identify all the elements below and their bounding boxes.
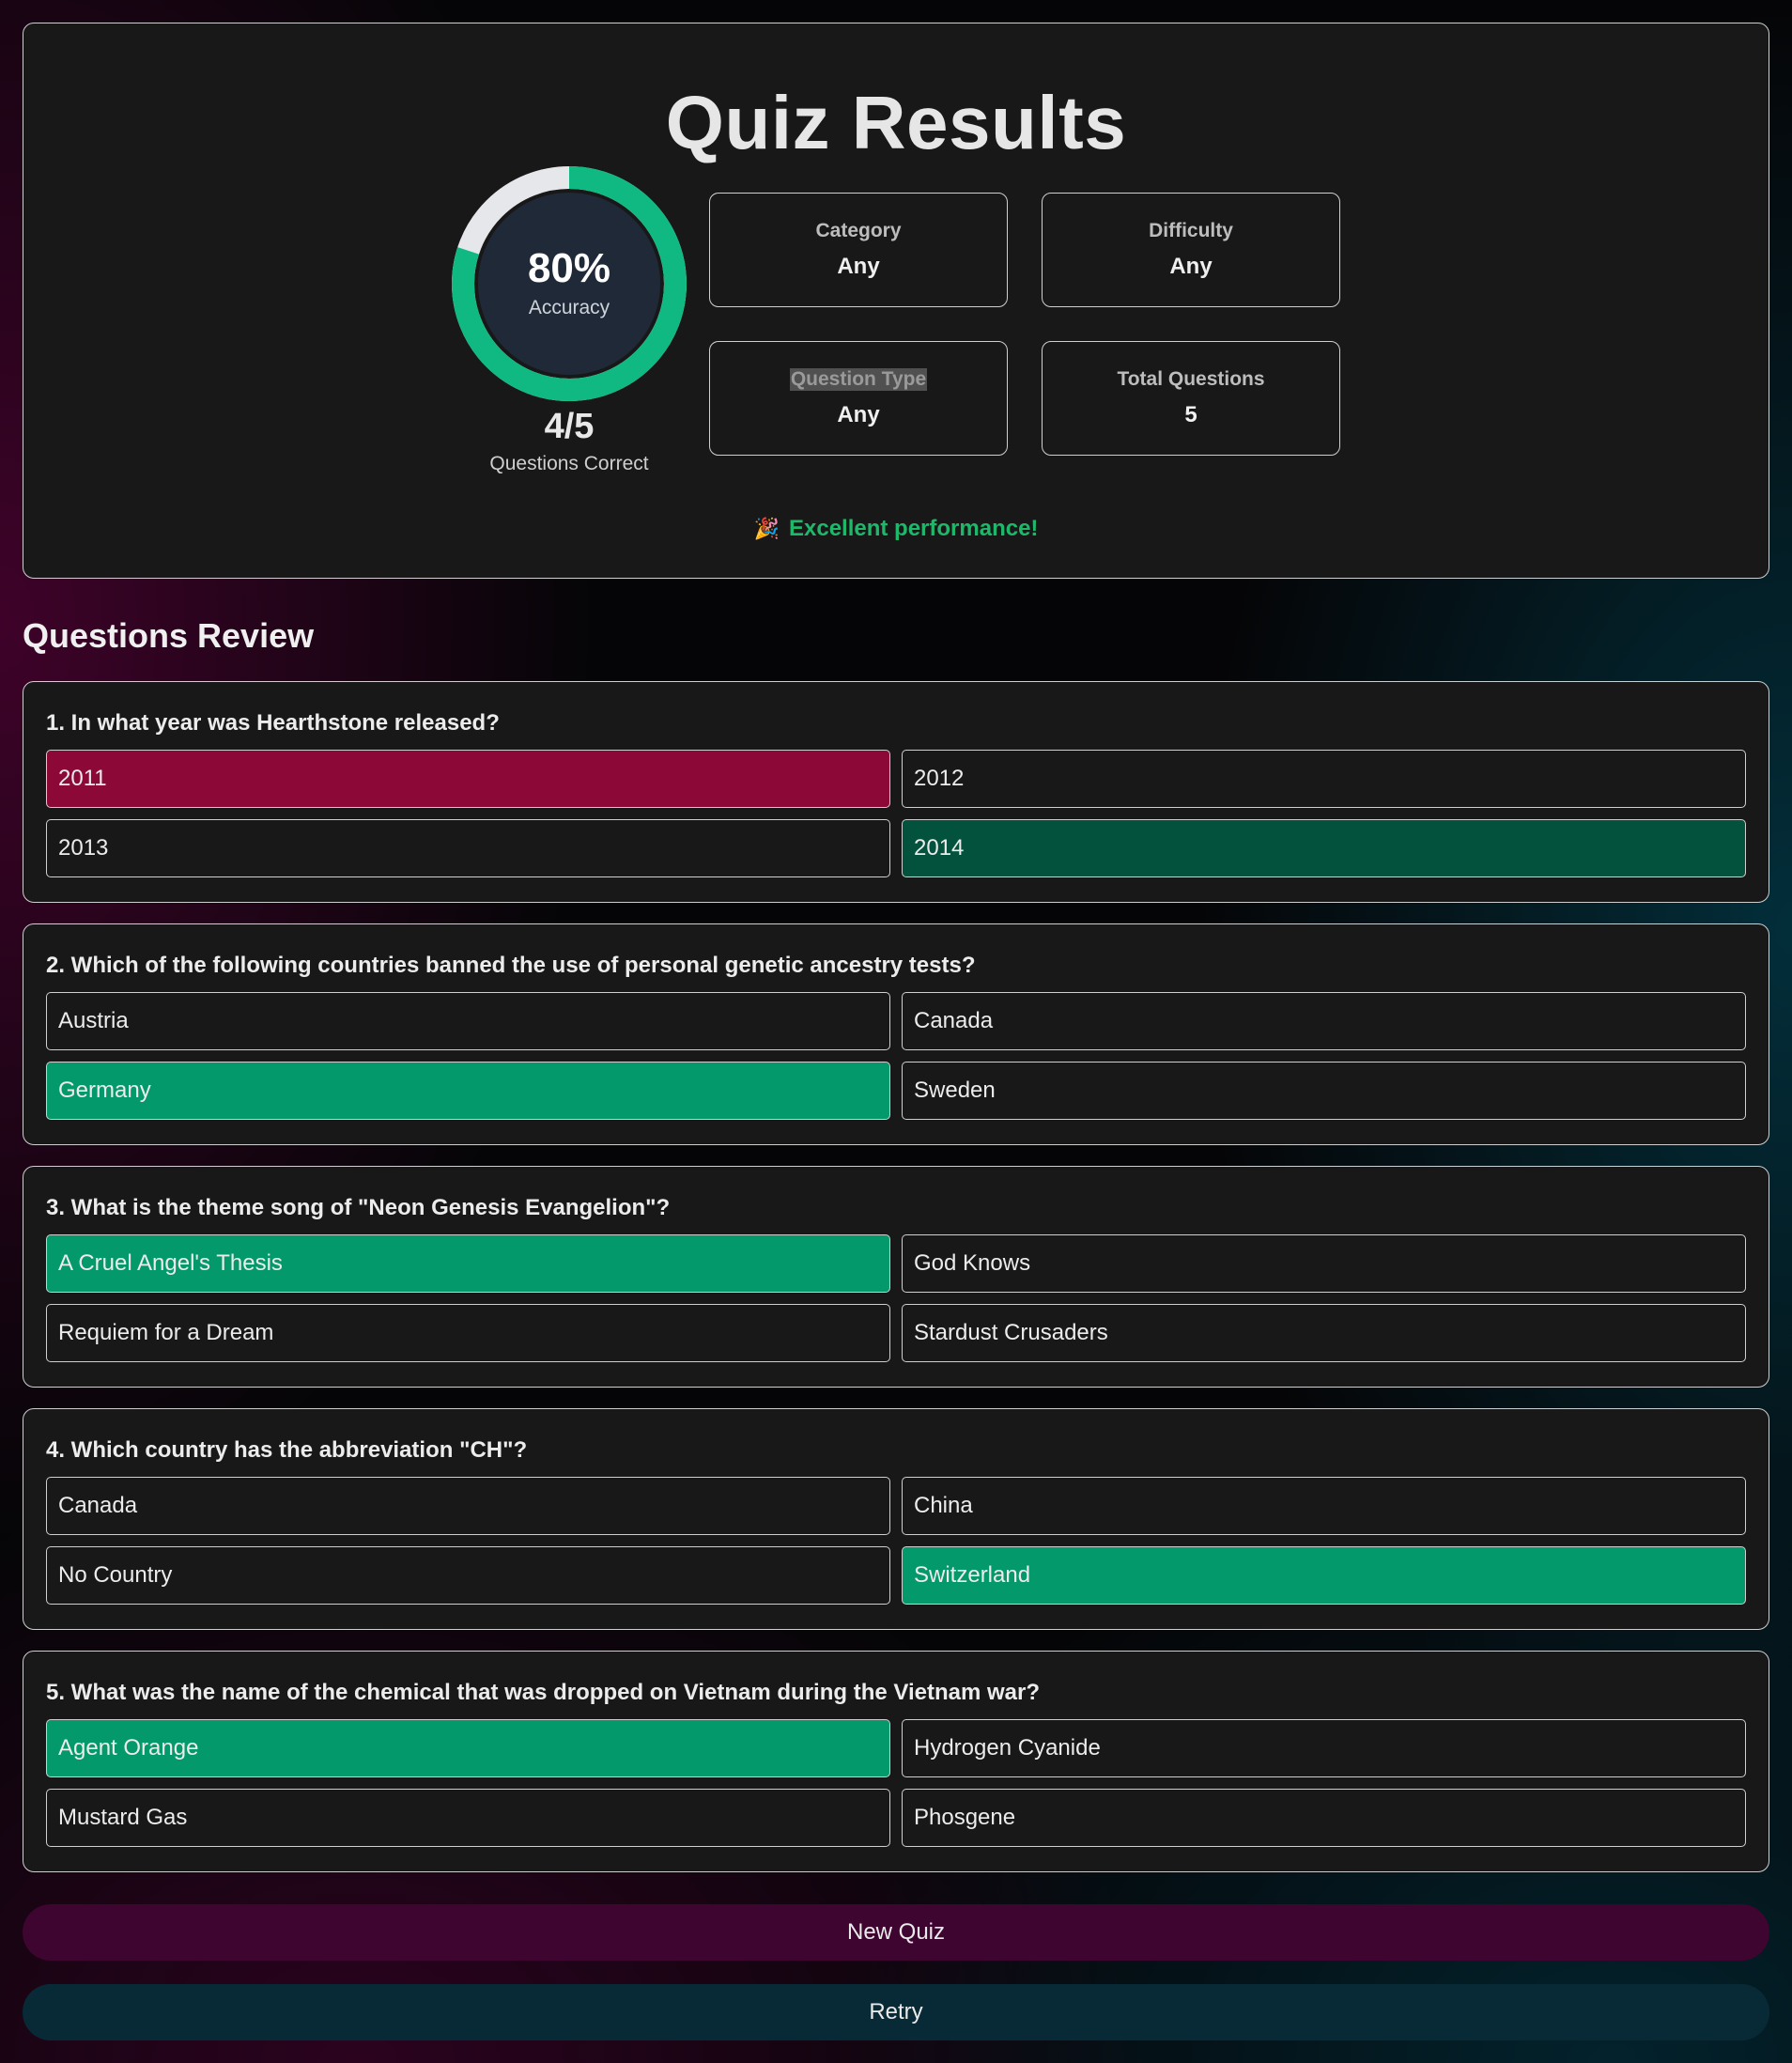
question-text: 5. What was the name of the chemical tha… xyxy=(46,1680,1040,1705)
question-card: 1. In what year was Hearthstone released… xyxy=(23,681,1769,903)
answer-option[interactable]: 2013 xyxy=(46,819,890,877)
answer-option[interactable]: Mustard Gas xyxy=(46,1789,890,1847)
stat-value: Any xyxy=(837,254,880,279)
accuracy-label: Accuracy xyxy=(528,297,610,318)
question-card: 5. What was the name of the chemical tha… xyxy=(23,1651,1769,1872)
answer-option[interactable]: A Cruel Angel's Thesis xyxy=(46,1234,890,1293)
answer-option[interactable]: God Knows xyxy=(902,1234,1746,1293)
page-title: Quiz Results xyxy=(665,81,1127,164)
stat-label: Total Questions xyxy=(1117,368,1265,390)
answer-option[interactable]: No Country xyxy=(46,1546,890,1605)
stat-total-questions: Total Questions 5 xyxy=(1042,341,1340,456)
answer-option[interactable]: Requiem for a Dream xyxy=(46,1304,890,1362)
new-quiz-button[interactable]: New Quiz xyxy=(23,1904,1769,1961)
question-card: 4. Which country has the abbreviation "C… xyxy=(23,1408,1769,1630)
question-text: 2. Which of the following countries bann… xyxy=(46,953,976,978)
answer-option[interactable]: Phosgene xyxy=(902,1789,1746,1847)
answer-option[interactable]: 2014 xyxy=(902,819,1746,877)
question-text: 4. Which country has the abbreviation "C… xyxy=(46,1437,528,1463)
answer-option[interactable]: 2011 xyxy=(46,750,890,808)
accuracy-ring: 80% Accuracy xyxy=(452,166,687,401)
answer-option[interactable]: Germany xyxy=(46,1062,890,1120)
stat-label: Question Type xyxy=(789,368,928,391)
results-summary-card: Quiz Results 80% Accuracy 4/5 Questions … xyxy=(23,23,1769,579)
stat-value: Any xyxy=(837,402,880,427)
questions-review-heading: Questions Review xyxy=(23,616,315,655)
question-text: 1. In what year was Hearthstone released… xyxy=(46,710,500,736)
score-label: Questions Correct xyxy=(489,453,649,474)
answer-option[interactable]: China xyxy=(902,1477,1746,1535)
answer-option[interactable]: Canada xyxy=(902,992,1746,1050)
answer-option[interactable]: 2012 xyxy=(902,750,1746,808)
stat-value: 5 xyxy=(1184,402,1197,427)
stat-value: Any xyxy=(1169,254,1213,279)
question-text: 3. What is the theme song of "Neon Genes… xyxy=(46,1195,671,1220)
stat-difficulty: Difficulty Any xyxy=(1042,193,1340,307)
stat-label: Category xyxy=(815,220,902,241)
answer-option[interactable]: Switzerland xyxy=(902,1546,1746,1605)
performance-text: Excellent performance! xyxy=(788,516,1039,541)
answer-option[interactable]: Canada xyxy=(46,1477,890,1535)
answer-option[interactable]: Stardust Crusaders xyxy=(902,1304,1746,1362)
retry-button[interactable]: Retry xyxy=(23,1984,1769,2040)
answer-option[interactable]: Austria xyxy=(46,992,890,1050)
performance-message: 🎉 Excellent performance! xyxy=(23,516,1769,542)
question-card: 2. Which of the following countries bann… xyxy=(23,923,1769,1145)
accuracy-percent: 80% xyxy=(527,245,611,291)
answer-option[interactable]: Agent Orange xyxy=(46,1719,890,1777)
party-popper-icon: 🎉 xyxy=(753,517,780,540)
answer-option[interactable]: Sweden xyxy=(902,1062,1746,1120)
answer-option[interactable]: Hydrogen Cyanide xyxy=(902,1719,1746,1777)
score-value: 4/5 xyxy=(544,407,595,446)
stat-category: Category Any xyxy=(709,193,1008,307)
question-card: 3. What is the theme song of "Neon Genes… xyxy=(23,1166,1769,1388)
stat-label: Difficulty xyxy=(1149,220,1233,241)
stat-question-type: Question Type Any xyxy=(709,341,1008,456)
